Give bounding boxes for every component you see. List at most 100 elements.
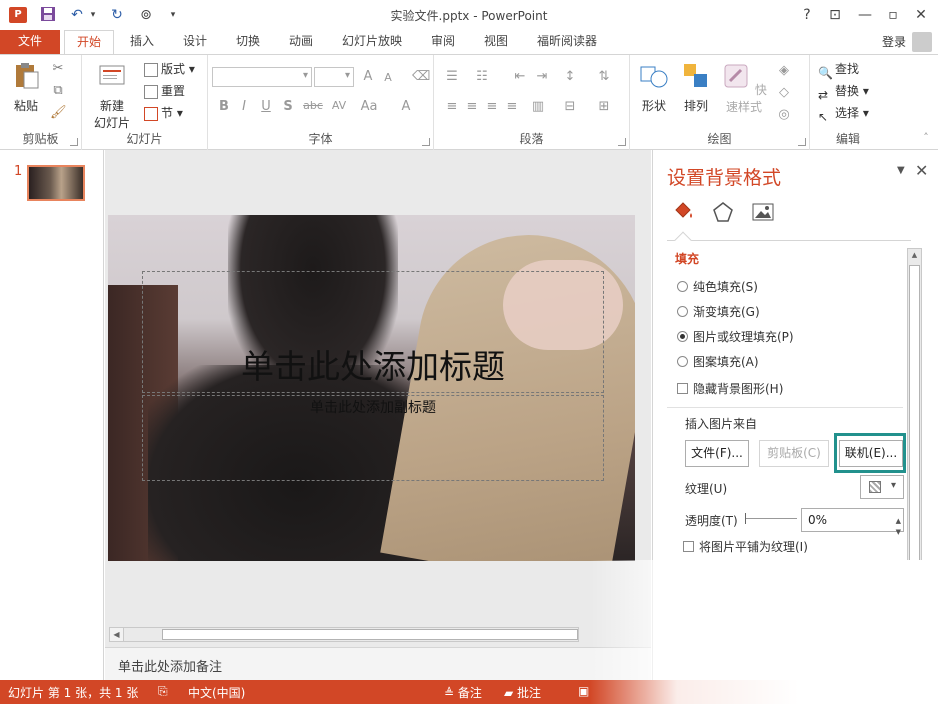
effects-pentagon-icon[interactable]: [711, 200, 735, 224]
notes-pane[interactable]: 单击此处添加备注: [105, 647, 651, 680]
paste-button[interactable]: 粘贴: [8, 61, 44, 114]
bullets-icon[interactable]: ☰: [444, 69, 460, 84]
pane-scroll-thumb[interactable]: [909, 265, 920, 565]
numbering-icon[interactable]: ☷: [474, 69, 490, 84]
tab-insert[interactable]: 插入: [122, 30, 162, 54]
user-avatar-icon[interactable]: [912, 32, 932, 52]
align-left-icon[interactable]: ≡: [444, 99, 460, 114]
ribbon-display-options-icon[interactable]: ⊡: [824, 5, 846, 25]
transparency-input[interactable]: 0% ▲ ▼: [801, 508, 904, 536]
tab-animations[interactable]: 动画: [281, 30, 321, 54]
strikethrough-icon[interactable]: abc: [302, 99, 324, 112]
subtitle-placeholder-text[interactable]: 单击此处添加副标题: [142, 397, 604, 417]
restore-button[interactable]: ▫: [882, 5, 904, 25]
tab-view[interactable]: 视图: [476, 30, 516, 54]
quick-styles-button[interactable]: 快速样式: [718, 61, 770, 115]
shapes-button[interactable]: 形状: [636, 61, 672, 114]
tab-transitions[interactable]: 切换: [228, 30, 268, 54]
notes-placeholder[interactable]: 单击此处添加备注: [118, 656, 222, 675]
picture-fill-radio[interactable]: [677, 331, 688, 342]
comments-toggle[interactable]: ▰ 批注: [504, 684, 541, 701]
hide-background-option[interactable]: 隐藏背景图形(H): [677, 380, 783, 398]
collapse-ribbon-icon[interactable]: ˄: [918, 131, 934, 144]
section-button[interactable]: 节 ▾: [144, 103, 183, 123]
fill-section-header[interactable]: 填充: [675, 250, 699, 267]
arrange-button[interactable]: 排列: [678, 61, 714, 114]
layout-button[interactable]: 版式 ▾: [144, 59, 195, 79]
insert-from-clipboard-button[interactable]: 剪贴板(C): [759, 440, 829, 467]
scroll-left-icon[interactable]: ◀: [110, 628, 124, 641]
text-direction-icon[interactable]: ⇅: [596, 69, 612, 84]
line-spacing-icon[interactable]: ↕: [562, 69, 578, 84]
fill-bucket-icon[interactable]: [671, 200, 695, 224]
shape-fill-icon[interactable]: ◈: [776, 63, 792, 78]
pane-options-icon[interactable]: ▼: [897, 165, 905, 176]
tile-as-texture-option[interactable]: 将图片平铺为纹理(I): [683, 538, 808, 555]
picture-icon[interactable]: [751, 200, 775, 224]
title-placeholder-text[interactable]: 单击此处添加标题: [142, 347, 604, 387]
align-center-icon[interactable]: ≡: [464, 99, 480, 114]
grow-font-icon[interactable]: A: [360, 69, 376, 84]
replace-button[interactable]: ⇄ 替换 ▾: [818, 81, 869, 102]
slide-thumbnail[interactable]: [27, 165, 85, 201]
tile-as-texture-checkbox[interactable]: [683, 541, 694, 552]
tab-slideshow[interactable]: 幻灯片放映: [336, 30, 408, 54]
solid-fill-radio[interactable]: [677, 281, 688, 292]
scroll-up-icon[interactable]: ▲: [908, 249, 921, 262]
select-button[interactable]: ↖ 选择 ▾: [818, 103, 869, 124]
picture-fill-option[interactable]: 图片或纹理填充(P): [677, 328, 794, 346]
gradient-fill-option[interactable]: 渐变填充(G): [677, 303, 760, 321]
decrease-indent-icon[interactable]: ⇤: [512, 69, 528, 84]
help-button[interactable]: ?: [796, 5, 818, 25]
paragraph-launcher-icon[interactable]: [618, 138, 626, 146]
language-status[interactable]: 中文(中国): [188, 684, 245, 701]
notes-toggle[interactable]: ≜ 备注: [444, 684, 482, 701]
columns-icon[interactable]: ▥: [530, 99, 546, 114]
font-color-icon[interactable]: A: [398, 99, 414, 114]
transparency-slider[interactable]: [745, 513, 797, 524]
pane-close-icon[interactable]: ✕: [915, 161, 928, 180]
font-launcher-icon[interactable]: [422, 138, 430, 146]
format-painter-icon[interactable]: 🖌: [50, 105, 67, 120]
increase-indent-icon[interactable]: ⇥: [534, 69, 550, 84]
change-case-icon[interactable]: Aa: [358, 99, 380, 114]
new-slide-button[interactable]: 新建 幻灯片: [90, 61, 134, 131]
tab-design[interactable]: 设计: [175, 30, 215, 54]
clear-formatting-icon[interactable]: ⌫: [412, 69, 430, 84]
text-shadow-icon[interactable]: S: [280, 99, 296, 114]
login-link[interactable]: 登录: [882, 33, 906, 50]
font-name-combo[interactable]: [212, 67, 312, 87]
close-button[interactable]: ✕: [910, 5, 932, 25]
horizontal-scroll-thumb[interactable]: [162, 629, 578, 640]
tab-foxit-reader[interactable]: 福昕阅读器: [530, 30, 604, 54]
tab-home[interactable]: 开始: [64, 30, 114, 55]
smartart-icon[interactable]: ⊞: [596, 99, 612, 114]
minimize-button[interactable]: —: [854, 5, 876, 25]
font-size-combo[interactable]: [314, 67, 354, 87]
tab-file[interactable]: 文件: [0, 30, 60, 54]
italic-icon[interactable]: I: [236, 99, 252, 114]
copy-icon[interactable]: ⧉: [50, 83, 66, 98]
align-right-icon[interactable]: ≡: [484, 99, 500, 114]
texture-picker[interactable]: ▾: [860, 475, 904, 499]
justify-icon[interactable]: ≡: [504, 99, 520, 114]
shape-outline-icon[interactable]: ◇: [776, 85, 792, 100]
hide-background-checkbox[interactable]: [677, 383, 688, 394]
cut-icon[interactable]: ✂: [50, 61, 66, 76]
clipboard-launcher-icon[interactable]: [70, 138, 78, 146]
spelling-check-icon[interactable]: ⎘: [158, 684, 168, 699]
find-button[interactable]: 🔍 查找: [818, 59, 859, 80]
drawing-launcher-icon[interactable]: [798, 138, 806, 146]
reset-button[interactable]: 重置: [144, 81, 185, 101]
align-text-icon[interactable]: ⊟: [562, 99, 578, 114]
spin-down-icon[interactable]: ▼: [896, 521, 901, 543]
tab-review[interactable]: 审阅: [423, 30, 463, 54]
slide-canvas[interactable]: 单击此处添加标题 单击此处添加副标题: [108, 215, 635, 561]
character-spacing-icon[interactable]: AV: [328, 99, 350, 112]
shrink-font-icon[interactable]: A: [380, 71, 396, 84]
normal-view-icon[interactable]: ▣: [578, 684, 589, 698]
horizontal-scrollbar[interactable]: ◀: [109, 627, 579, 642]
underline-icon[interactable]: U: [258, 99, 274, 114]
shape-effects-icon[interactable]: ◎: [776, 107, 792, 122]
insert-from-file-button[interactable]: 文件(F)...: [685, 440, 749, 467]
